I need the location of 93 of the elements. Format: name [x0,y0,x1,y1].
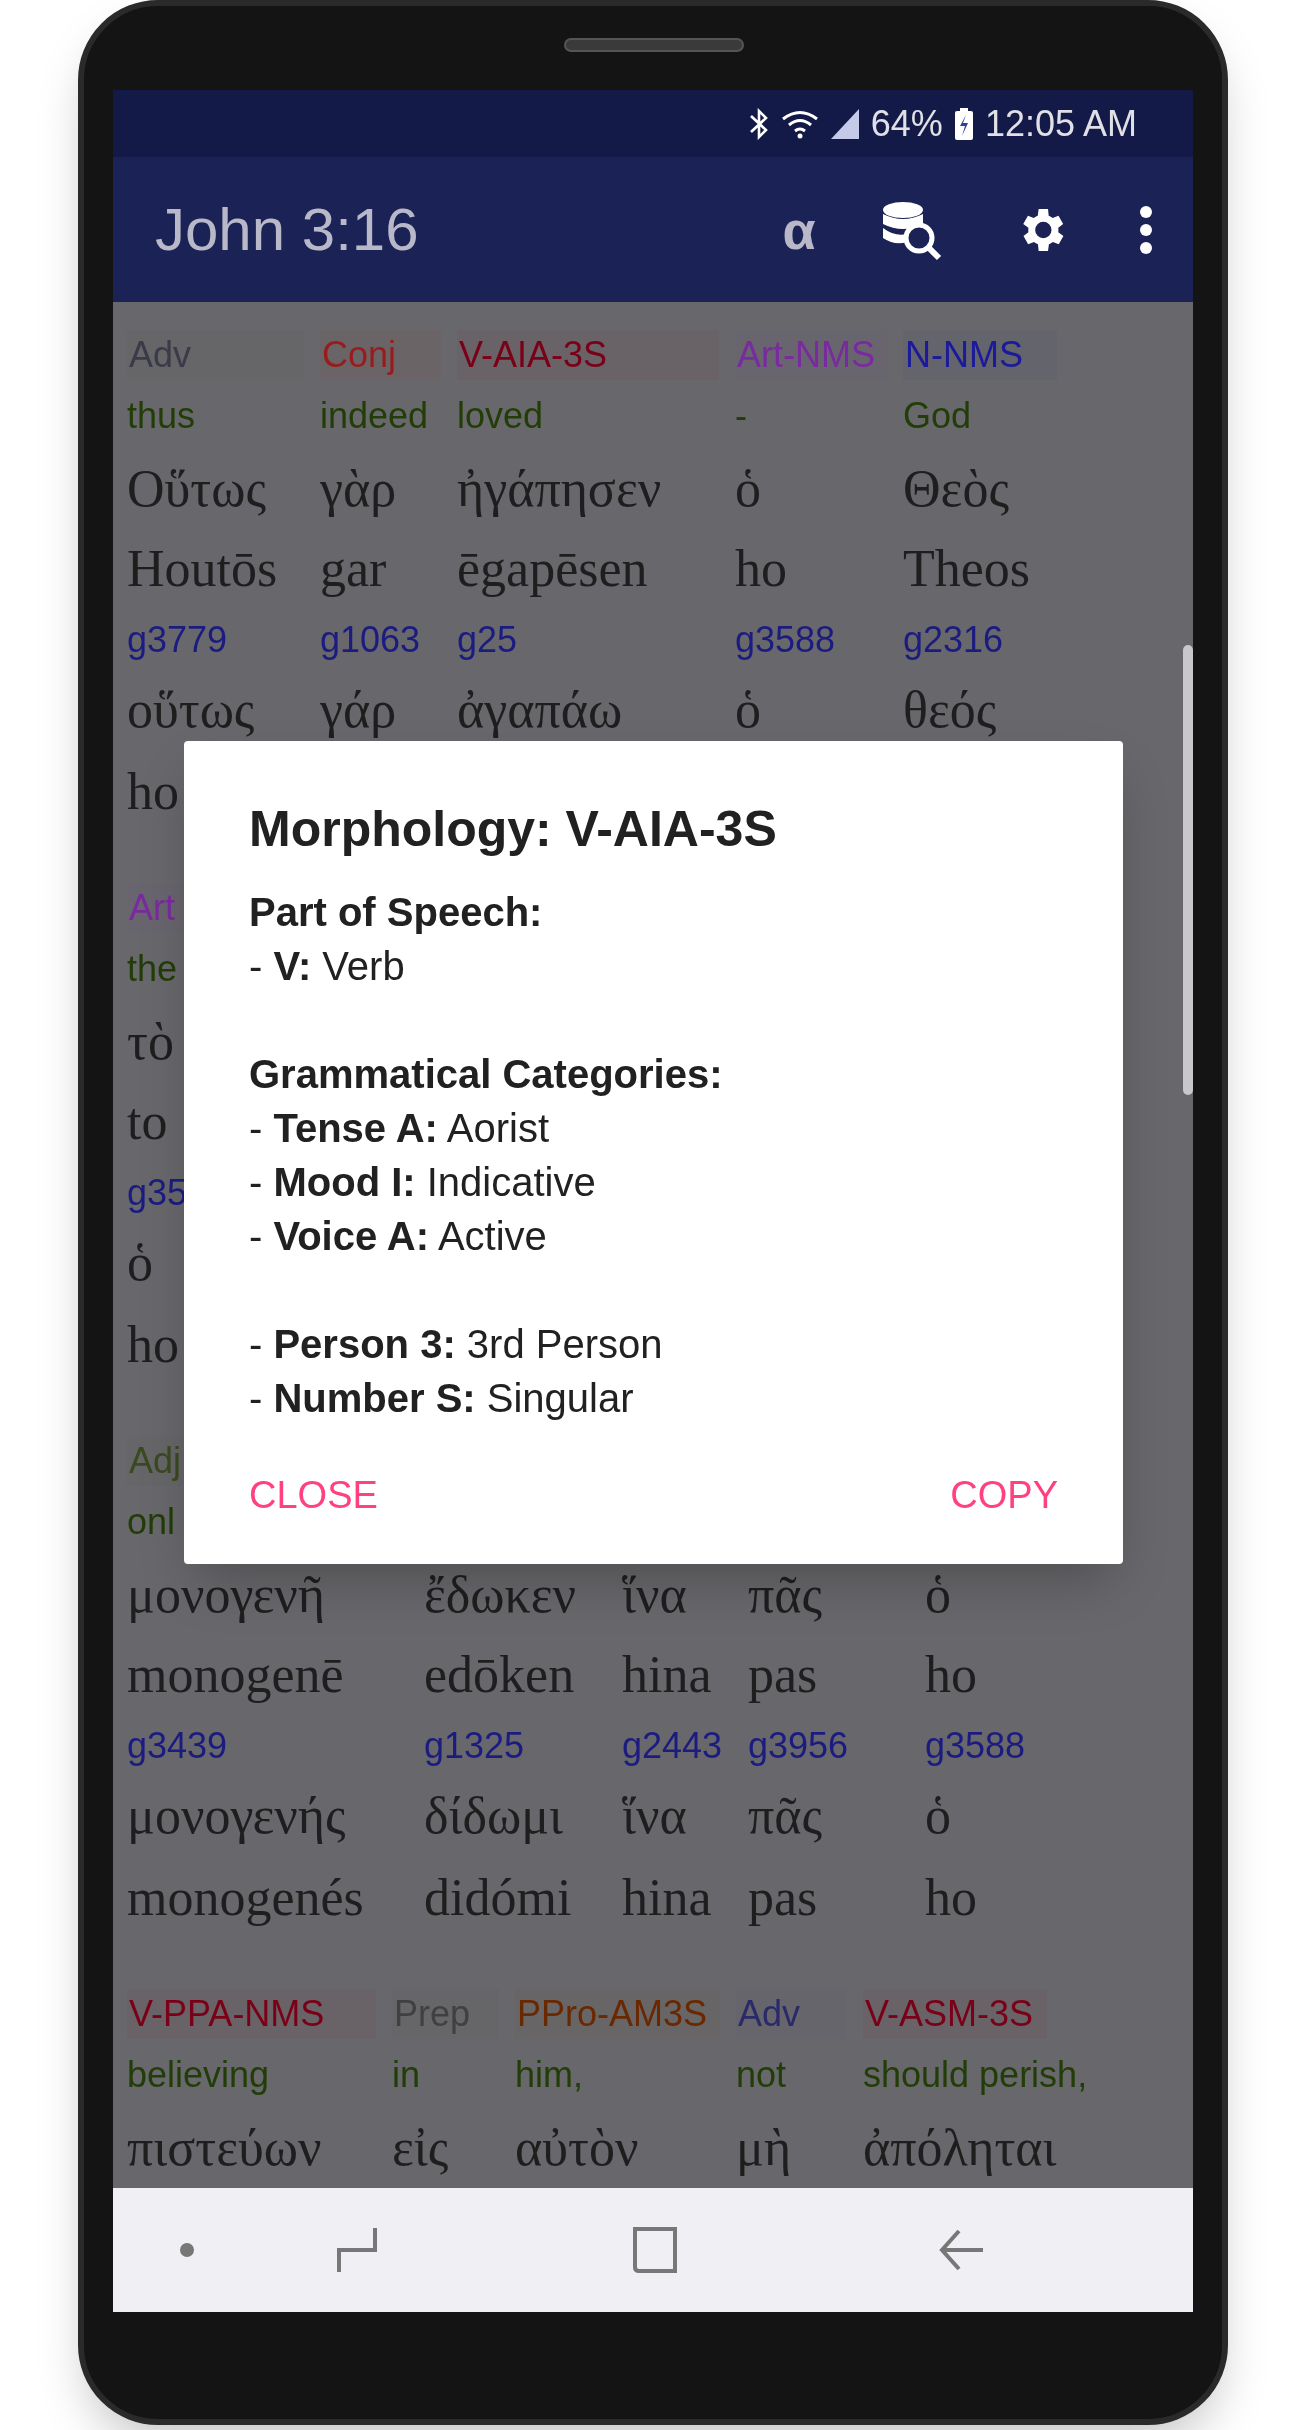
home-icon[interactable] [633,2227,677,2273]
greek-word[interactable]: μὴ [736,2109,792,2187]
lemma-word: ὁ [925,1786,951,1846]
transliteration: gar [320,539,387,599]
strongs-number[interactable]: g25 [457,613,518,667]
morphology-tag[interactable]: V-ASM-3S [863,1989,1047,2039]
dialog-title: Morphology: V-AIA-3S [249,800,778,859]
lemma-word: ὁ [735,680,761,740]
morphology-tag[interactable]: V-AIA-3S [457,330,719,380]
transliteration: edōken [424,1645,575,1705]
greek-word[interactable]: ἠγάπησεν [457,450,662,528]
morphology-tag[interactable]: N-NMS [903,330,1057,380]
transliteration: monogenē [127,1645,344,1705]
gloss-text: indeed [320,394,429,438]
signal-icon [830,108,859,139]
lemma-word: ἀγαπάω [457,680,623,740]
strongs-number[interactable]: g2316 [903,613,1004,667]
transliteration: to [127,1092,168,1152]
battery-percent: 64% [870,101,943,146]
strongs-number[interactable]: g3956 [748,1719,849,1773]
lemma-transliteration: hina [622,1868,712,1928]
transliteration: ho [735,539,787,599]
greek-word[interactable]: Οὕτως [127,450,266,528]
transliteration: ho [925,1645,977,1705]
gloss-text: God [903,394,972,438]
morphology-tag[interactable]: V-PPA-NMS [127,1989,376,2039]
lemma-transliteration: monogenés [127,1868,364,1928]
gloss-text: onl [127,1500,176,1544]
strongs-number[interactable]: g3588 [925,1719,1026,1773]
back-icon[interactable] [939,2227,985,2273]
gloss-text: loved [457,394,544,438]
detail-line: - Mood I: Indicative [249,1159,597,1206]
detail-line: - Number S: Singular [249,1375,635,1422]
lemma-transliteration: didómi [424,1868,572,1928]
transliteration: pas [748,1645,818,1705]
lemma-word: μονογενής [127,1786,346,1846]
strongs-number[interactable]: g3588 [735,613,836,667]
gloss-text: should perish, [863,2053,1088,2097]
section-heading: Grammatical Categories: [249,1051,724,1098]
close-button[interactable]: CLOSE [249,1455,378,1536]
greek-word[interactable]: αὐτὸν [515,2109,639,2187]
battery-icon [954,107,973,140]
gloss-text: - [735,394,747,438]
strongs-number[interactable]: g3439 [127,1719,228,1773]
greek-word[interactable]: ὁ [735,450,761,528]
lemma-word: ἵνα [622,1786,687,1846]
detail-line: - Voice A: Active [249,1213,548,1260]
lemma-word: θεός [903,680,997,740]
lemma-word: πᾶς [748,1786,823,1846]
gloss-text: not [736,2053,787,2097]
transliteration: Theos [903,539,1031,599]
copy-button[interactable]: COPY [950,1455,1058,1536]
greek-word[interactable]: γὰρ [320,450,397,528]
lemma-transliteration: ho [127,1315,179,1375]
greek-word[interactable]: Θεὸς [903,450,1009,528]
strongs-number[interactable]: g2443 [622,1719,723,1773]
greek-word[interactable]: εἰς [392,2109,449,2187]
lemma-word: γάρ [320,680,397,740]
strongs-number[interactable]: g1063 [320,613,421,667]
alpha-button[interactable]: α [759,202,839,257]
detail-line: - V: Verb [249,943,406,990]
lemma-transliteration: pas [748,1868,818,1928]
detail-line: - Tense A: Aorist [249,1105,551,1152]
recent-apps-icon[interactable] [335,2226,379,2274]
gloss-text: the [127,947,178,991]
gloss-text: him, [515,2053,583,2097]
greek-word[interactable]: πιστεύων [127,2109,322,2187]
morphology-tag[interactable]: PPro-AM3S [515,1989,720,2039]
strongs-number[interactable]: g3779 [127,613,228,667]
lemma-transliteration: ho [925,1868,977,1928]
clock: 12:05 AM [984,101,1137,146]
wifi-icon [780,108,819,139]
morphology-tag[interactable]: Conj [320,330,441,380]
app-title: John 3:16 [155,194,420,265]
transliteration: ēgapēsen [457,539,648,599]
gloss-text: in [392,2053,421,2097]
transliteration: Houtōs [127,539,278,599]
section-heading: Part of Speech: [249,889,544,936]
lemma-transliteration: ho [127,762,179,822]
strongs-number[interactable]: g1325 [424,1719,525,1773]
more-menu-icon[interactable] [1139,204,1153,255]
gloss-text: believing [127,2053,270,2097]
gloss-text: thus [127,394,196,438]
lemma-word: οὕτως [127,680,255,740]
transliteration: hina [622,1645,712,1705]
bluetooth-icon [748,107,769,140]
detail-line: - Person 3: 3rd Person [249,1321,664,1368]
lemma-word: ὁ [127,1233,153,1293]
greek-word[interactable]: ἀπόληται [863,2109,1057,2187]
lemma-word: δίδωμι [424,1786,564,1846]
greek-word[interactable]: τὸ [127,1003,174,1081]
dot-icon[interactable] [179,2242,195,2258]
strongs-number[interactable]: g35 [127,1166,188,1220]
